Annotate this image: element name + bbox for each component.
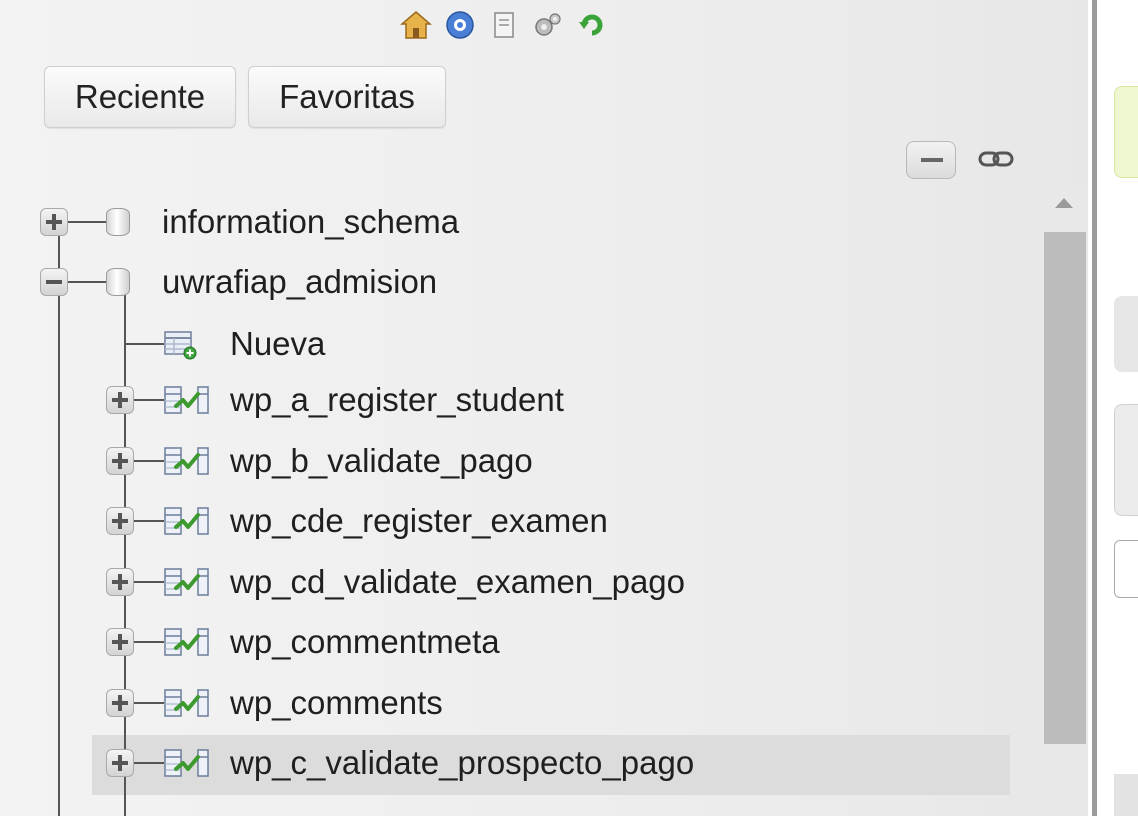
table-icon xyxy=(164,747,212,784)
panel-box xyxy=(1114,296,1138,372)
table-name[interactable]: wp_cde_register_examen xyxy=(230,501,608,541)
database-icon xyxy=(106,208,130,236)
expand-icon[interactable] xyxy=(40,208,68,236)
new-table-icon xyxy=(164,330,198,360)
docs-icon[interactable] xyxy=(488,10,520,40)
expand-icon[interactable] xyxy=(106,628,134,656)
favorites-button[interactable]: Favoritas xyxy=(248,66,446,128)
table-icon xyxy=(164,384,212,421)
scrollbar[interactable] xyxy=(1044,190,1088,816)
table-name[interactable]: wp_b_validate_pago xyxy=(230,441,533,481)
reload-icon[interactable] xyxy=(576,10,608,40)
scroll-up-arrow-icon[interactable] xyxy=(1055,198,1073,208)
panel-box xyxy=(1114,774,1138,816)
collapse-all-button[interactable] xyxy=(906,141,956,179)
table-icon xyxy=(164,687,212,724)
expand-icon[interactable] xyxy=(106,689,134,717)
expand-icon[interactable] xyxy=(106,447,134,475)
help-icon[interactable] xyxy=(444,10,476,40)
table-name[interactable]: wp_commentmeta xyxy=(230,622,500,662)
panel-resizer[interactable] xyxy=(1088,0,1102,816)
expand-icon[interactable] xyxy=(106,568,134,596)
table-name[interactable]: wp_a_register_student xyxy=(230,380,564,420)
main-content-edge xyxy=(1102,0,1138,816)
scrollbar-thumb[interactable] xyxy=(1044,232,1086,744)
database-name[interactable]: information_schema xyxy=(162,202,459,242)
table-icon xyxy=(164,445,212,482)
notice-box xyxy=(1114,86,1138,178)
home-icon[interactable] xyxy=(399,10,433,40)
top-links xyxy=(399,8,608,42)
panel-box xyxy=(1114,404,1138,516)
expand-icon[interactable] xyxy=(106,507,134,535)
navigation-panel: Reciente Favoritas information_schema uw… xyxy=(0,0,1088,816)
recent-button[interactable]: Reciente xyxy=(44,66,236,128)
table-name[interactable]: wp_c_validate_prospecto_pago xyxy=(230,743,694,783)
table-icon xyxy=(164,626,212,663)
collapse-icon[interactable] xyxy=(40,268,68,296)
settings-icon[interactable] xyxy=(532,10,564,40)
expand-icon[interactable] xyxy=(106,749,134,777)
expand-icon[interactable] xyxy=(106,386,134,414)
link-icon[interactable] xyxy=(972,146,1020,172)
table-name[interactable]: wp_comments xyxy=(230,683,443,723)
database-icon xyxy=(106,268,130,296)
table-icon xyxy=(164,505,212,542)
tree-line xyxy=(58,234,60,816)
input-box[interactable] xyxy=(1114,540,1138,598)
database-name[interactable]: uwrafiap_admision xyxy=(162,262,437,302)
table-name[interactable]: wp_cd_validate_examen_pago xyxy=(230,562,685,602)
tree-line xyxy=(124,290,126,816)
table-icon xyxy=(164,566,212,603)
database-tree: information_schema uwrafiap_admision Nue… xyxy=(0,190,1044,816)
new-table-label[interactable]: Nueva xyxy=(230,324,325,364)
